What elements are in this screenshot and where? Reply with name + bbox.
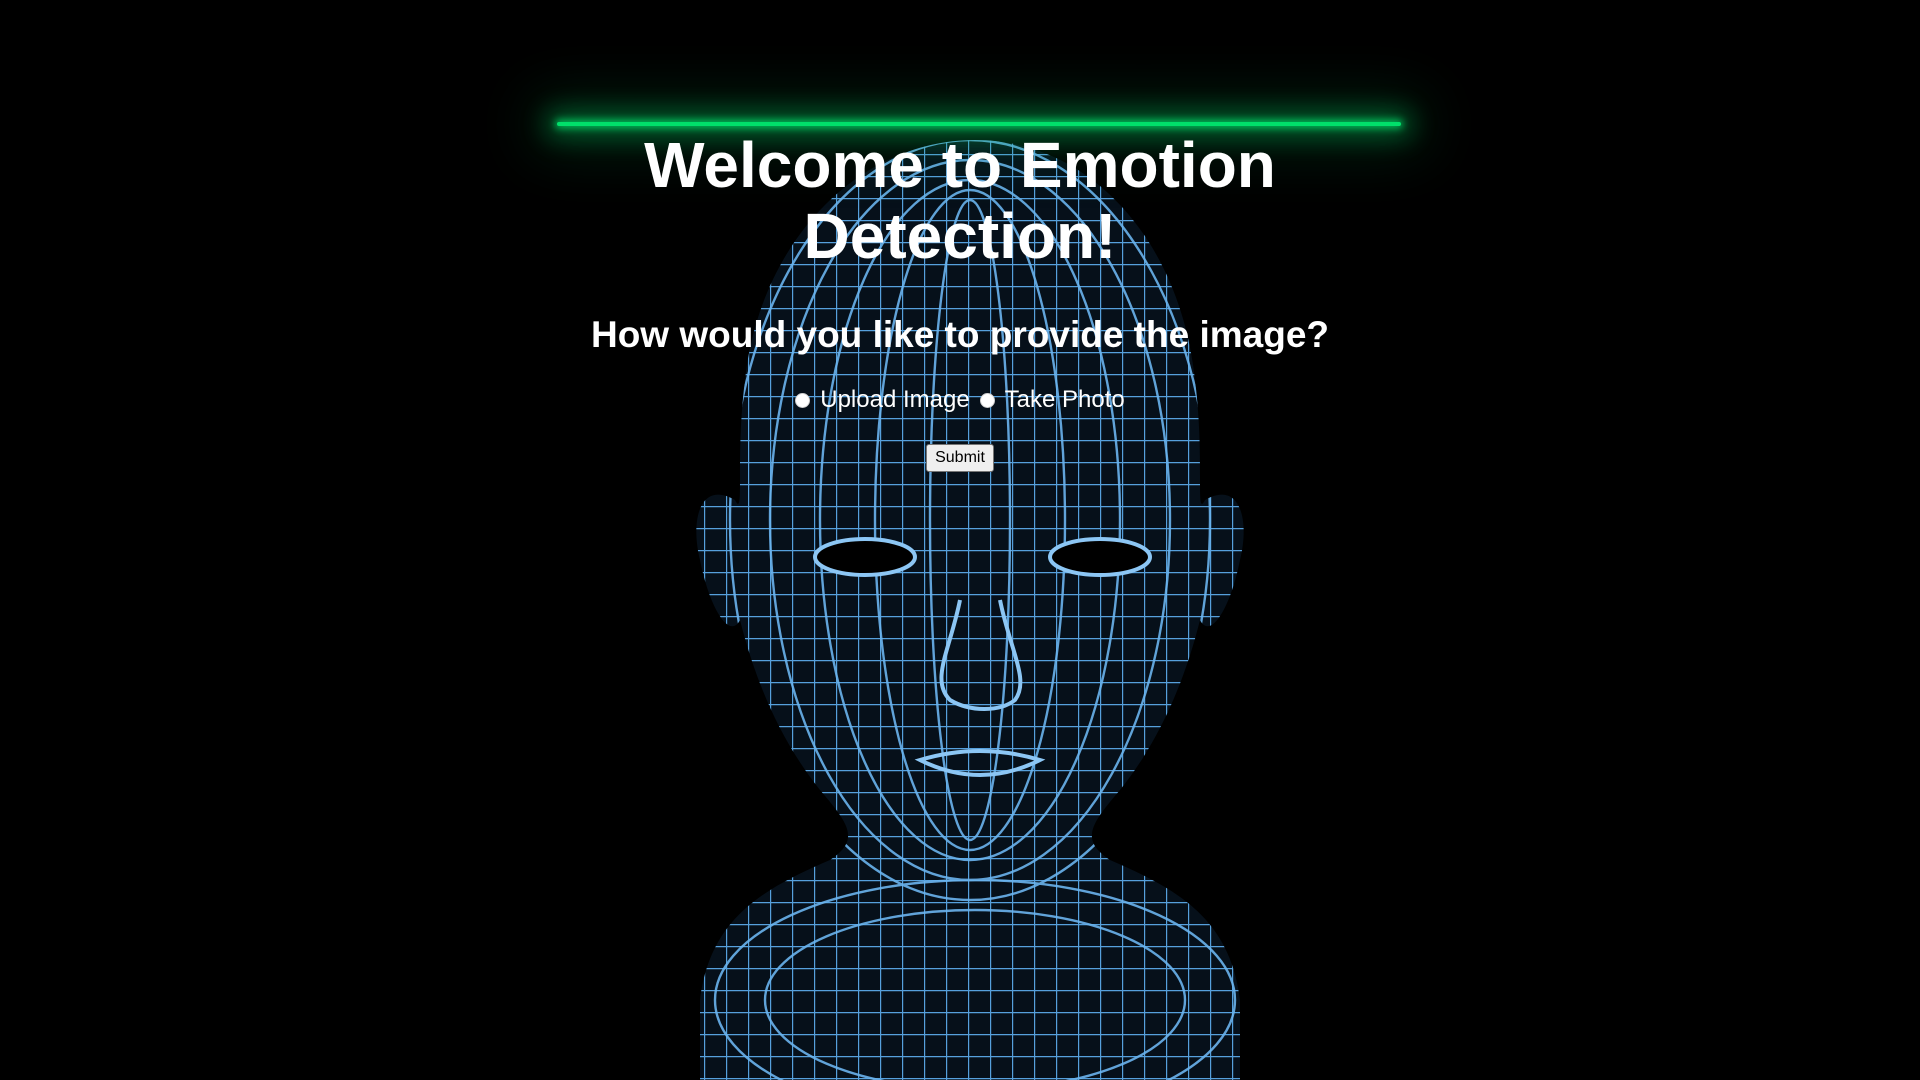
submit-wrapper: Submit xyxy=(0,444,1920,472)
upload-image-label: Upload Image xyxy=(820,386,970,413)
take-photo-radio[interactable] xyxy=(979,392,995,408)
option-take-photo[interactable]: Take Photo xyxy=(979,386,1125,414)
take-photo-label: Take Photo xyxy=(1004,386,1125,413)
page: Welcome to Emotion Detection! How would … xyxy=(0,0,1920,1080)
upload-image-radio[interactable] xyxy=(795,392,811,408)
image-source-options: Upload Image Take Photo xyxy=(0,386,1920,414)
main-content: Welcome to Emotion Detection! How would … xyxy=(0,130,1920,472)
page-title: Welcome to Emotion Detection! xyxy=(644,129,1276,272)
option-upload-image[interactable]: Upload Image xyxy=(795,386,970,414)
submit-button[interactable]: Submit xyxy=(926,444,994,472)
provide-image-question: How would you like to provide the image? xyxy=(590,314,1329,355)
accent-glow-line xyxy=(557,122,1401,126)
